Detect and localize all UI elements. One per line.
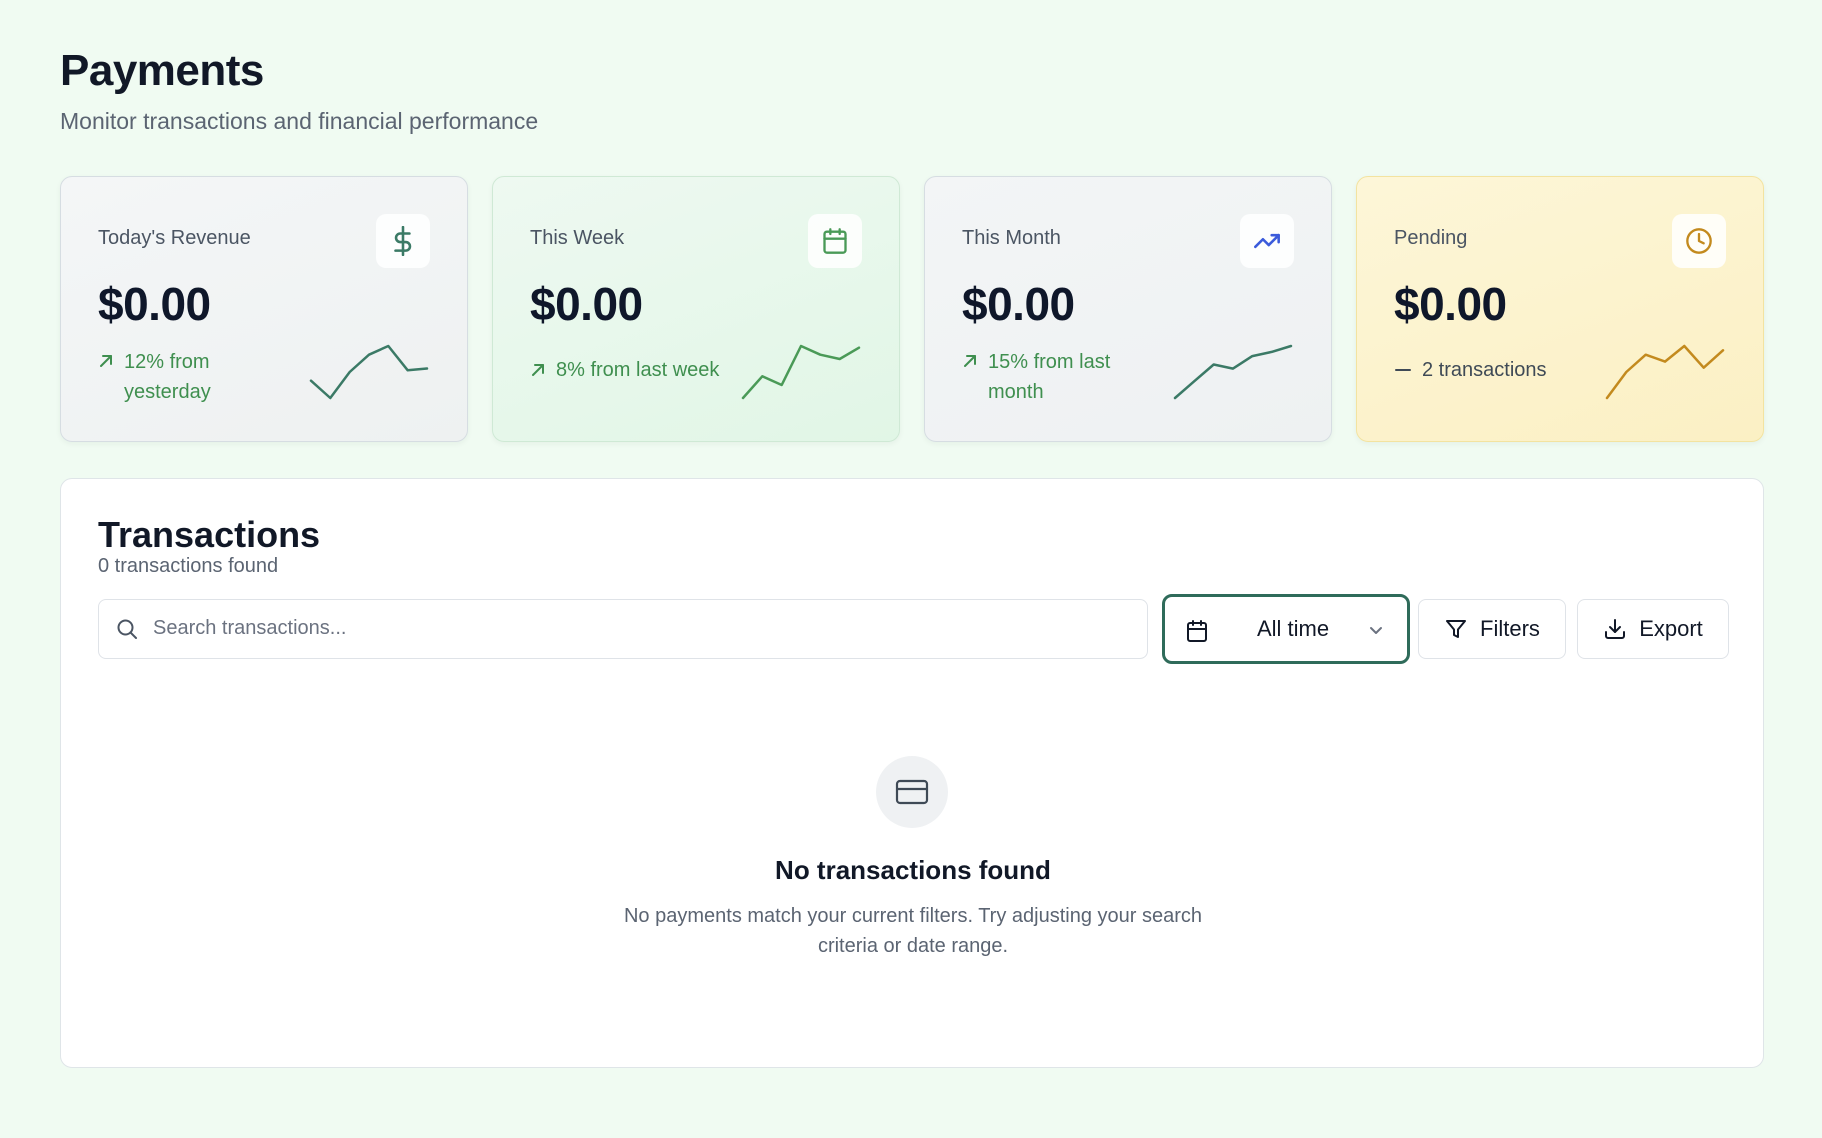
stat-label: Pending: [1394, 227, 1468, 249]
stat-value: $0.00: [98, 278, 211, 330]
sparkline: [1173, 344, 1293, 400]
clock-icon: [1672, 214, 1726, 268]
stat-value: $0.00: [530, 278, 643, 330]
chevron-down-icon: [1370, 627, 1382, 634]
stat-card-todays-revenue: Today's Revenue $0.00 12% from yesterday: [60, 176, 468, 442]
stats-row: Today's Revenue $0.00 12% from yesterday…: [60, 176, 1764, 442]
empty-state-description: No payments match your current filters. …: [623, 905, 1202, 957]
stat-change-text: 8% from last week: [556, 359, 720, 381]
stat-card-this-month: This Month $0.00 15% from last month: [924, 176, 1332, 442]
stat-change: 15% from last month: [962, 347, 1162, 407]
search-icon: [117, 619, 137, 639]
download-icon: [1605, 619, 1626, 639]
trending-up-icon: [1240, 214, 1294, 268]
stat-change-text: 2 transactions: [1422, 359, 1547, 381]
stat-label: Today's Revenue: [98, 227, 251, 249]
stat-change-text: 15% from last month: [988, 351, 1111, 403]
filters-button[interactable]: Filters: [1418, 599, 1566, 659]
page-title: Payments: [60, 46, 264, 95]
sparkline: [1605, 344, 1725, 400]
stat-change-text: 12% from yesterday: [124, 351, 211, 403]
stat-label: This Week: [530, 227, 625, 249]
transactions-title: Transactions: [98, 514, 321, 555]
stat-card-this-week: This Week $0.00 8% from last week: [492, 176, 900, 442]
stat-card-pending: Pending $0.00 2 transactions: [1356, 176, 1764, 442]
stat-value: $0.00: [962, 278, 1075, 330]
sparkline: [741, 344, 861, 400]
arrow-up-right-icon: [100, 355, 112, 367]
arrow-up-right-icon: [532, 364, 544, 376]
search-input[interactable]: [153, 600, 1133, 657]
stat-change: 12% from yesterday: [98, 347, 298, 407]
date-range-value: All time: [1257, 616, 1330, 641]
calendar-icon: [808, 214, 862, 268]
date-range-select[interactable]: All time: [1162, 594, 1410, 664]
dollar-icon: [376, 214, 430, 268]
stat-label: This Month: [962, 227, 1061, 249]
arrow-up-right-icon: [964, 355, 976, 367]
transactions-count: 0 transactions found: [98, 555, 279, 577]
sparkline: [309, 344, 429, 400]
export-label: Export: [1639, 616, 1703, 641]
search-box: [98, 599, 1148, 659]
transactions-panel: Transactions 0 transactions found All ti…: [60, 478, 1764, 1068]
filters-label: Filters: [1480, 616, 1540, 641]
empty-state-title: No transactions found: [775, 855, 1051, 885]
page-subtitle: Monitor transactions and financial perfo…: [60, 108, 539, 134]
filter-icon: [1446, 620, 1467, 638]
stat-value: $0.00: [1394, 278, 1507, 330]
credit-card-icon: [876, 756, 948, 828]
export-button[interactable]: Export: [1577, 599, 1729, 659]
calendar-icon: [1187, 620, 1207, 642]
minus-icon: [1395, 369, 1411, 371]
